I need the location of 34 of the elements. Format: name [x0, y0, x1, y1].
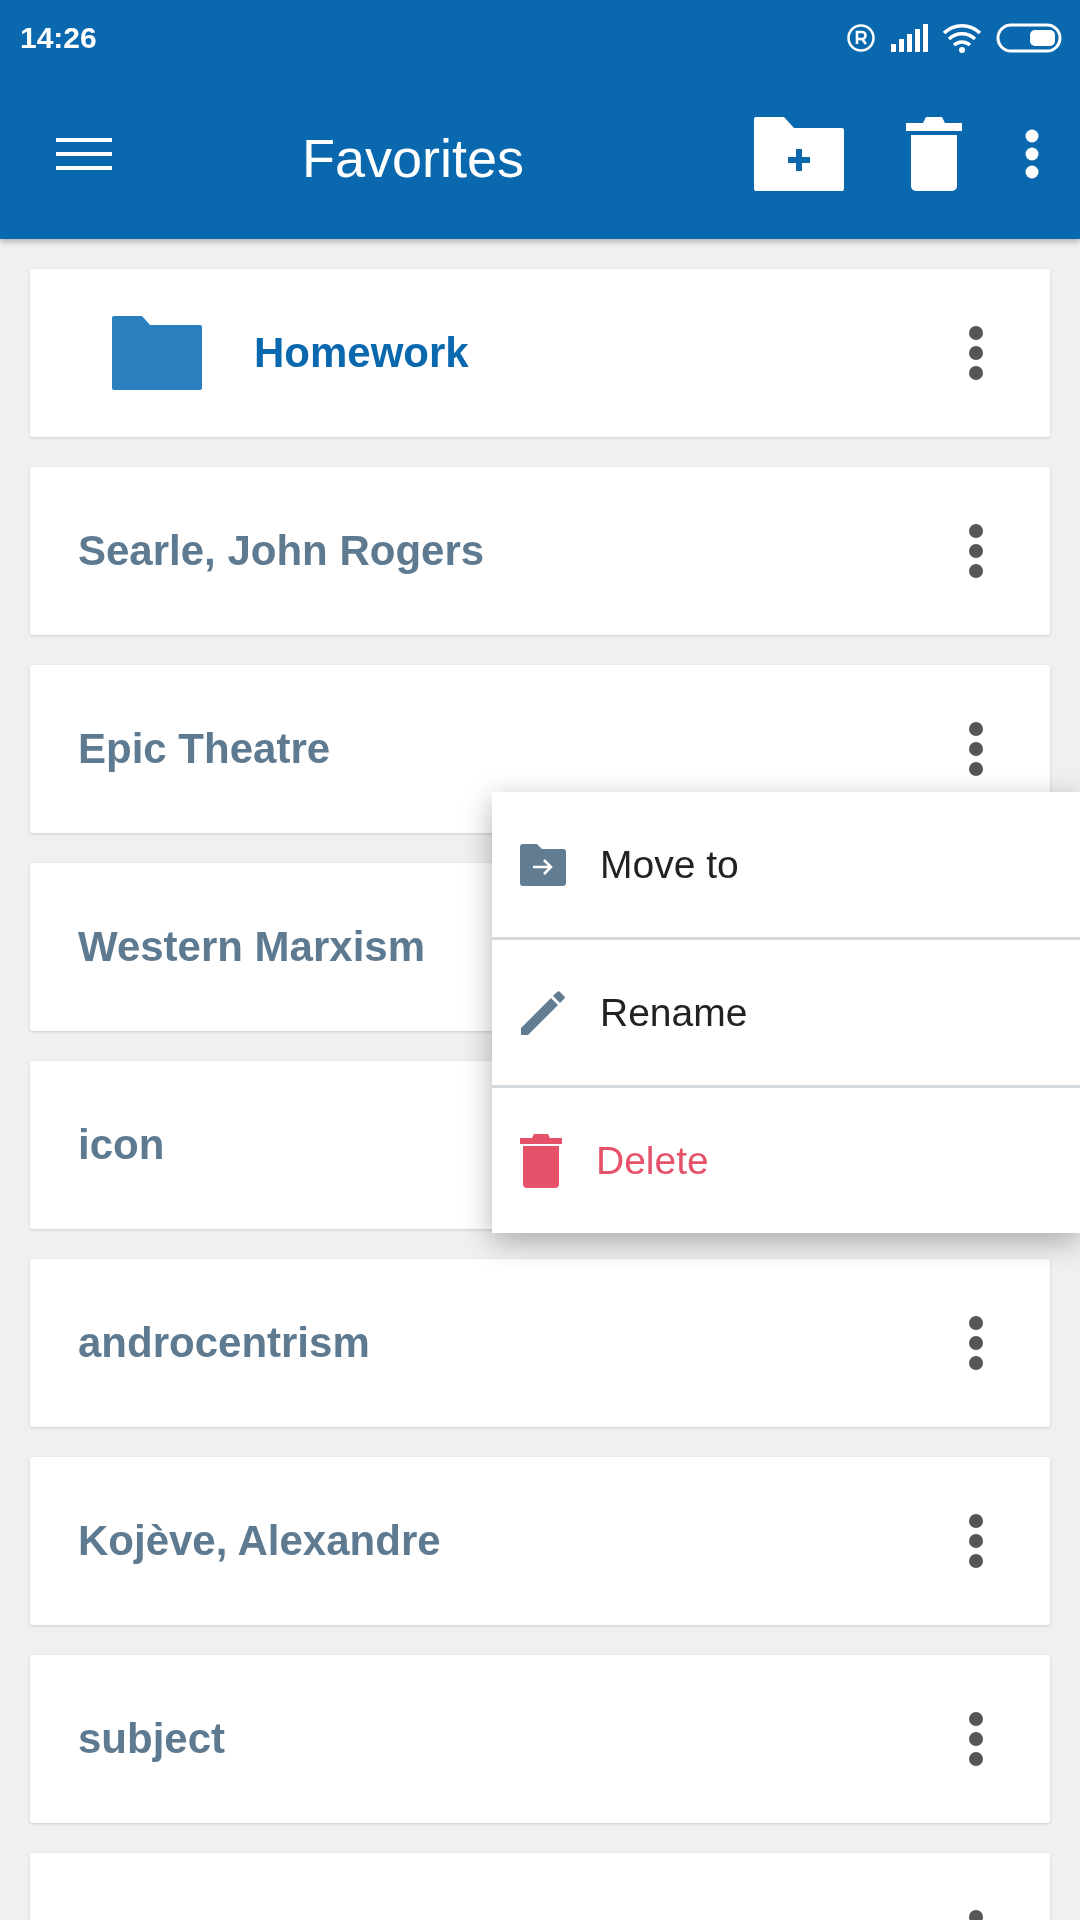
status-time: 14:26	[20, 21, 97, 55]
folder-arrow-icon	[520, 843, 566, 886]
item-menu-button[interactable]	[968, 1513, 984, 1569]
folder-icon	[112, 316, 202, 390]
item-title: Kojève, Alexandre	[78, 1517, 441, 1565]
battery-icon	[996, 23, 1062, 53]
delete-button[interactable]	[906, 116, 962, 191]
menu-item[interactable]: Rename	[492, 940, 1080, 1085]
pencil-icon	[520, 990, 566, 1035]
list-card[interactable]: subject	[30, 1655, 1050, 1823]
list-card[interactable]: Kojève, Alexandre	[30, 1457, 1050, 1625]
list-card[interactable]: Searle, John Rogers	[30, 467, 1050, 635]
item-title: icon	[78, 1121, 165, 1169]
trash-icon	[520, 1133, 562, 1188]
item-title: Searle, John Rogers	[78, 527, 485, 575]
list-card[interactable]: androcentrism	[30, 1259, 1050, 1427]
signal-icon	[890, 24, 928, 52]
item-menu-button[interactable]	[968, 1315, 984, 1371]
registered-icon	[846, 23, 876, 53]
item-menu-button[interactable]	[968, 325, 984, 381]
item-title: Western Marxism	[78, 923, 426, 971]
more-options-button[interactable]	[1024, 128, 1040, 179]
item-menu-button[interactable]	[968, 721, 984, 777]
item-title: androcentrism	[78, 1319, 370, 1367]
item-menu-button[interactable]	[968, 1711, 984, 1767]
item-menu-button[interactable]	[968, 523, 984, 579]
wifi-icon	[942, 23, 982, 53]
item-title: Homework	[254, 329, 469, 377]
item-title: Epic Theatre	[78, 725, 331, 773]
menu-item[interactable]: Delete	[492, 1088, 1080, 1233]
new-folder-button[interactable]	[754, 116, 844, 191]
item-title: subject	[78, 1715, 226, 1763]
screen-title: Favorites	[300, 126, 526, 189]
list-card[interactable]: Homework	[30, 269, 1050, 437]
